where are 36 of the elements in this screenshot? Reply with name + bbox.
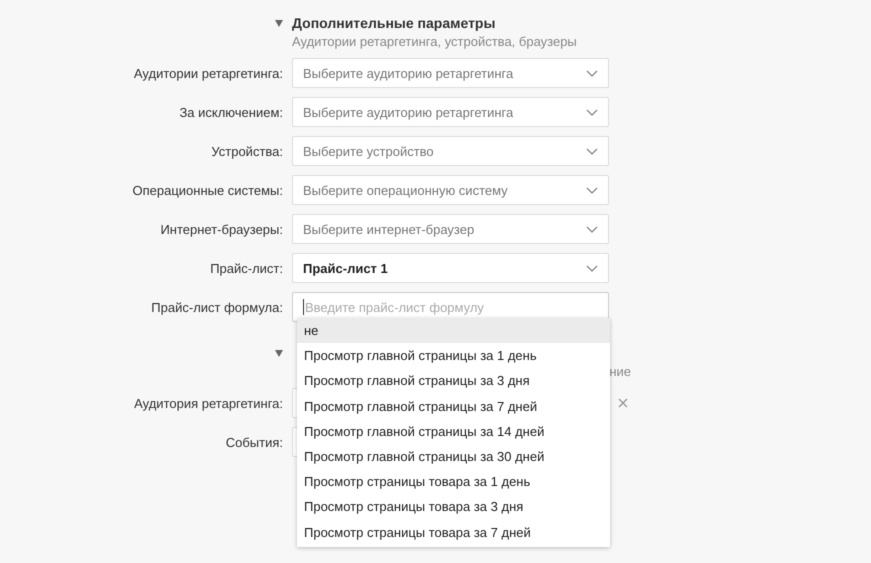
dropdown-option[interactable]: Просмотр страницы товара за 3 дня bbox=[297, 494, 610, 520]
dropdown-option[interactable]: Просмотр главной страницы за 1 день bbox=[297, 343, 610, 368]
chevron-down-icon bbox=[586, 70, 598, 76]
select-field[interactable]: Прайс-лист 1 bbox=[292, 253, 609, 283]
chevron-down-icon bbox=[586, 148, 598, 154]
select-field[interactable]: Выберите аудиторию ретаргетинга bbox=[292, 97, 609, 127]
field-label: Операционные системы: bbox=[131, 182, 283, 198]
section-subtitle: ние bbox=[609, 364, 631, 379]
field-label: Прайс-лист: bbox=[209, 260, 283, 276]
field-label: Аудитории ретаргетинга: bbox=[132, 66, 283, 80]
field-label: Интернет-браузеры: bbox=[159, 222, 283, 236]
field-label: Аудитория ретаргетинга: bbox=[133, 396, 283, 410]
field-label: Прайс-лист формула: bbox=[150, 300, 283, 314]
field-label: Устройства: bbox=[210, 144, 283, 158]
dropdown-option[interactable]: не bbox=[297, 318, 610, 344]
chevron-down-icon bbox=[586, 226, 598, 232]
select-field[interactable]: Выберите операционную систему bbox=[292, 175, 609, 205]
select-field[interactable]: Выберите устройство bbox=[292, 136, 609, 166]
chevron-down-icon bbox=[586, 264, 598, 272]
select-field[interactable]: Выберите интернет-браузер bbox=[292, 214, 609, 244]
chevron-down-icon bbox=[586, 186, 598, 194]
dropdown-option[interactable]: Просмотр главной страницы за 14 дней bbox=[297, 418, 610, 444]
expand-triangle-icon[interactable] bbox=[275, 349, 283, 357]
dropdown-option[interactable]: Просмотр главной страницы за 30 дней bbox=[297, 444, 610, 470]
section-title[interactable]: Дополнительные параметры bbox=[292, 15, 609, 31]
dropdown-option[interactable]: Просмотр страницы товара за 1 день bbox=[297, 469, 610, 494]
chevron-down-icon bbox=[586, 108, 598, 116]
field-label: За исключением: bbox=[178, 104, 283, 120]
dropdown-option[interactable]: Просмотр главной страницы за 7 дней bbox=[297, 394, 610, 419]
section-subtitle: Аудитории ретаргетинга, устройства, браузеры bbox=[292, 34, 578, 49]
dropdown-option[interactable]: Просмотр главной страницы за 3 дня bbox=[297, 368, 610, 394]
expand-triangle-icon[interactable] bbox=[275, 19, 283, 27]
field-label: События: bbox=[224, 434, 283, 450]
select-field[interactable]: Выберите аудиторию ретаргетинга bbox=[292, 58, 609, 88]
close-icon[interactable] bbox=[618, 398, 628, 408]
dropdown-option[interactable]: Просмотр страницы товара за 7 дней bbox=[297, 520, 610, 545]
